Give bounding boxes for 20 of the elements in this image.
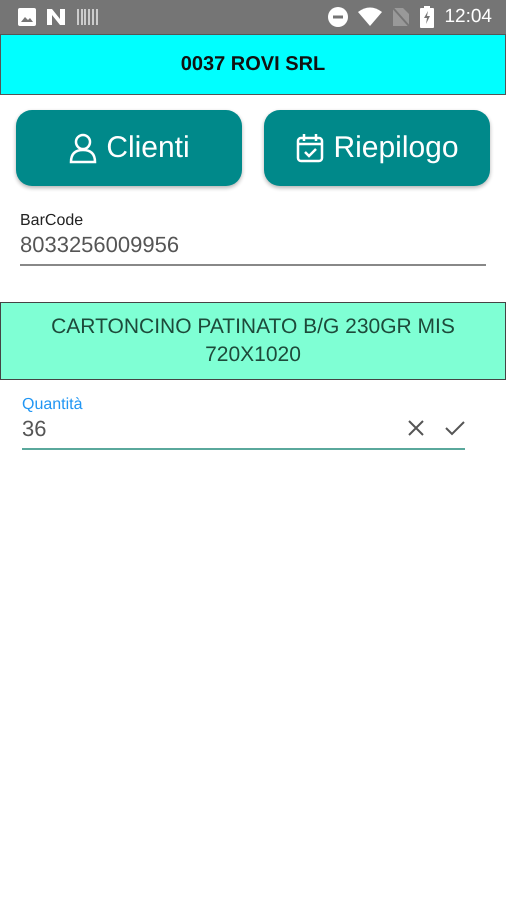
battery-charging-icon [420, 6, 434, 28]
image-icon [18, 8, 36, 26]
do-not-disturb-icon [328, 7, 348, 27]
product-description: CARTONCINO PATINATO B/G 230GR MIS 720X1020 [0, 302, 506, 380]
field-label: Quantità [22, 396, 84, 414]
summary-button[interactable]: Riepilogo [264, 110, 490, 186]
customer-title: 0037 ROVI SRL [0, 34, 506, 95]
calendar-icon [295, 132, 326, 164]
barcode-icon [76, 7, 100, 27]
clock-time: 12:04 [444, 6, 492, 28]
quantity-input[interactable]: 36 [22, 414, 387, 442]
check-icon[interactable] [445, 420, 465, 436]
clients-button[interactable]: Clienti [16, 110, 242, 186]
no-sim-icon [392, 7, 410, 27]
clear-icon[interactable] [407, 419, 425, 437]
wifi-icon [358, 7, 382, 27]
person-icon [68, 132, 98, 164]
n-icon [46, 8, 66, 26]
barcode-input[interactable]: 8033256009956 [20, 230, 486, 258]
field-label: BarCode [20, 212, 84, 230]
